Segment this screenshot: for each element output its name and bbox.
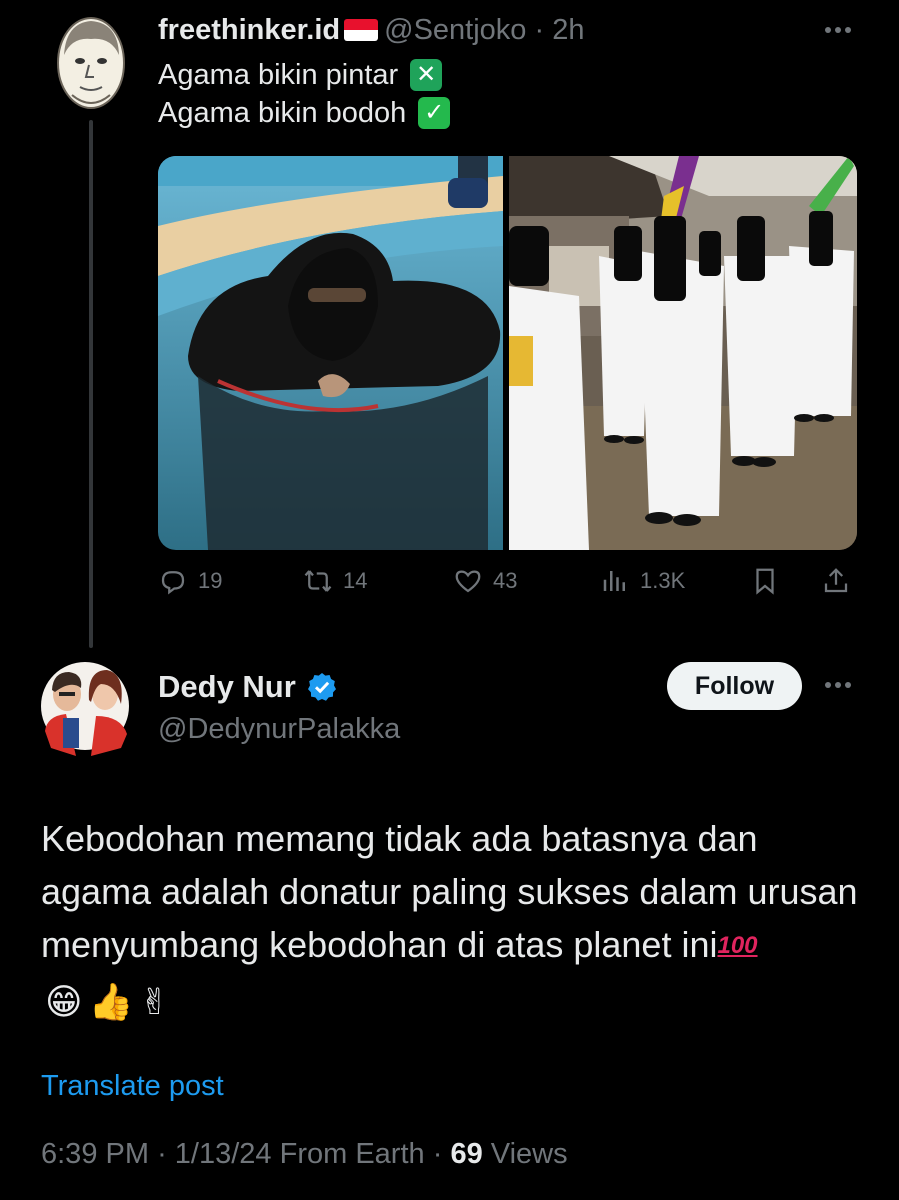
parent-tweet-header: freethinker.id @Sentjoko · 2h [158, 12, 584, 48]
victory-hand-emoji-icon: ✌ [139, 980, 170, 1022]
bookmark-button[interactable] [750, 566, 790, 596]
reply-author-name[interactable]: Dedy Nur [158, 668, 296, 706]
hundred-points-emoji-icon: 100 [717, 932, 758, 959]
share-button[interactable] [821, 566, 861, 596]
parent-tweet-time[interactable]: 2h [552, 14, 584, 46]
parent-tweet-actions: 19 14 43 1.3K [158, 566, 858, 606]
tweet-line-text: Agama bikin bodoh [158, 97, 407, 129]
parent-more-options-icon[interactable] [820, 18, 856, 42]
parent-author-avatar[interactable] [56, 15, 126, 111]
reply-author-avatar[interactable] [41, 656, 129, 756]
tweet-date[interactable]: 1/13/24 [175, 1138, 272, 1170]
verified-badge-icon[interactable] [306, 671, 338, 703]
translate-post-link[interactable]: Translate post [41, 1066, 224, 1106]
parent-author-name[interactable]: freethinker.id [158, 14, 340, 46]
reply-icon [161, 571, 185, 595]
reply-tweet-metadata: 6:39 PM · 1/13/24 From Earth · 69 Views [41, 1134, 568, 1174]
grinning-face-emoji-icon: 😁 [45, 980, 83, 1022]
repost-count: 14 [343, 568, 368, 593]
tweet-time[interactable]: 6:39 PM [41, 1138, 149, 1170]
reply-count: 19 [198, 568, 223, 593]
like-icon [455, 570, 481, 593]
parent-tweet-text: Agama bikin pintar ✕ Agama bikin bodoh ✓ [158, 56, 451, 132]
views-label: Views [490, 1138, 568, 1170]
reply-more-options-icon[interactable] [820, 673, 856, 697]
header-separator: · [534, 14, 545, 46]
repost-button[interactable]: 14 [303, 566, 367, 596]
like-button[interactable]: 43 [453, 566, 517, 596]
follow-button[interactable]: Follow [667, 662, 802, 710]
reply-tweet-text: Kebodohan memang tidak ada batasnya dan … [41, 812, 861, 1028]
tweet-line: Agama bikin pintar ✕ [158, 56, 450, 94]
tweet-source: From Earth [279, 1138, 425, 1170]
photo-veiled-girls-in-white-uniforms[interactable] [509, 156, 857, 550]
views-button[interactable]: 1.3K [600, 566, 685, 596]
bookmark-icon [756, 568, 774, 595]
meta-dot: · [157, 1138, 167, 1170]
repost-icon [304, 570, 332, 592]
share-icon [824, 568, 848, 593]
views-icon [603, 571, 625, 591]
thumbs-up-emoji-icon: 👍 [88, 980, 134, 1022]
reply-button[interactable]: 19 [158, 566, 222, 596]
reply-emojis: 😁 👍 ✌ [45, 975, 176, 1028]
tweet-line-text: Agama bikin pintar [158, 59, 399, 91]
parent-tweet-media [158, 156, 857, 550]
views-count: 1.3K [640, 568, 686, 593]
parent-author-handle[interactable]: @Sentjoko [384, 14, 526, 46]
thread-connector-line [89, 120, 93, 648]
indonesia-flag-icon [344, 19, 379, 41]
reply-author-handle[interactable]: @DedynurPalakka [158, 710, 400, 748]
reply-author-name-row: Dedy Nur [158, 668, 338, 706]
meta-dot: · [432, 1138, 443, 1170]
like-count: 43 [493, 568, 518, 593]
cross-mark-emoji-icon: ✕ [410, 59, 443, 91]
photo-woman-in-niqab-in-pool[interactable] [158, 156, 503, 550]
views-count-value[interactable]: 69 [450, 1138, 482, 1170]
tweet-line: Agama bikin bodoh ✓ [158, 94, 451, 132]
check-mark-emoji-icon: ✓ [418, 97, 451, 129]
